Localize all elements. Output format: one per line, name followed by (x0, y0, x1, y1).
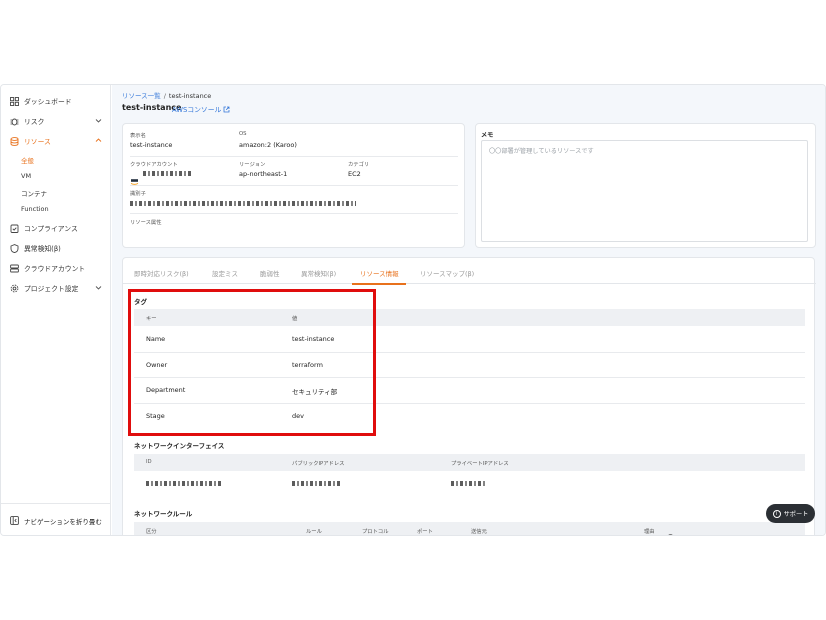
memo-title: メモ (481, 132, 494, 139)
app-window: ダッシュボード リスク リソース 全般 VM コンテナ Function コンプ… (0, 84, 826, 536)
region-label: リージョン (239, 162, 266, 168)
category-value: EC2 (348, 170, 361, 178)
nr-reason-header: 理由 (644, 529, 655, 535)
sidebar-item-label: プロジェクト設定 (24, 285, 79, 293)
sidebar-subitem-general[interactable]: 全般 (21, 155, 34, 167)
dashboard-icon (10, 96, 19, 106)
os-label: OS (239, 131, 247, 137)
chevron-down-icon (95, 284, 102, 291)
server-icon (10, 264, 19, 273)
network-interface-title: ネットワークインターフェイス (134, 442, 225, 450)
external-link-icon (223, 106, 230, 113)
sidebar: ダッシュボード リスク リソース 全般 VM コンテナ Function コンプ… (1, 85, 111, 535)
breadcrumb-separator: / (163, 92, 166, 100)
info-icon: i (772, 509, 781, 518)
nr-source-header: 送信元 (471, 529, 487, 535)
network-interface-table-header: ID パブリックIPアドレス プライベートIPアドレス (134, 454, 805, 471)
resource-info-card: 表示名 test-instance OS amazon:2 (Karoo) クラ… (122, 123, 465, 248)
database-icon (10, 136, 19, 146)
nr-protocol-header: プロトコル (362, 529, 389, 535)
sidebar-item-resources[interactable]: リソース (1, 132, 111, 150)
memo-card: メモ 〇〇部署が管理しているリソースです (475, 123, 816, 248)
sidebar-item-risk[interactable]: リスク (1, 112, 111, 130)
sidebar-item-cloud-account[interactable]: クラウドアカウント (1, 259, 111, 277)
ni-public-ip-header: パブリックIPアドレス (292, 461, 345, 467)
identifier-label: 識別子 (130, 191, 146, 197)
tab-resource-map[interactable]: リソースマップ(β) (420, 268, 474, 278)
resource-details-card: 即時対応リスク(β) 設定ミス 脆弱性 異常検知(β) リソース情報 リソースマ… (122, 257, 816, 535)
memo-textarea[interactable]: 〇〇部署が管理しているリソースです (481, 140, 808, 242)
breadcrumb-parent-link[interactable]: リソース一覧 (122, 92, 161, 100)
chevron-down-icon (95, 117, 102, 124)
tab-bar: 即時対応リスク(β) 設定ミス 脆弱性 異常検知(β) リソース情報 リソースマ… (123, 258, 816, 285)
tab-immediate-risk[interactable]: 即時対応リスク(β) (134, 268, 189, 278)
sidebar-item-label: ダッシュボード (24, 98, 72, 106)
display-name-label: 表示名 (130, 133, 146, 139)
sidebar-subitem-vm[interactable]: VM (21, 172, 31, 184)
aws-console-link[interactable]: AWSコンソール (172, 104, 230, 114)
sidebar-item-label: コンプライアンス (24, 225, 78, 233)
sidebar-item-compliance[interactable]: コンプライアンス (1, 219, 111, 237)
divider (130, 185, 458, 186)
clipboard-check-icon (10, 224, 19, 233)
region-value: ap-northeast-1 (239, 170, 288, 178)
collapse-navigation-label: ナビゲーションを折り畳む (24, 517, 102, 526)
sidebar-item-label: クラウドアカウント (24, 265, 86, 273)
tags-highlight-box (128, 289, 376, 436)
sidebar-item-label: リソース (24, 138, 51, 146)
chevron-up-icon (95, 137, 102, 144)
sidebar-item-label: リスク (24, 118, 45, 126)
sidebar-collapse-icon (10, 516, 19, 525)
nr-port-header: ポート (417, 529, 433, 535)
breadcrumb-current: test-instance (168, 92, 212, 100)
sidebar-item-anomaly[interactable]: 異常検知(β) (1, 239, 111, 257)
sidebar-subitem-container[interactable]: コンテナ (21, 188, 47, 200)
support-button[interactable]: i サポート (766, 504, 815, 523)
active-tab-indicator (352, 283, 406, 285)
sidebar-subitem-function[interactable]: Function (21, 205, 49, 217)
gear-icon (10, 284, 19, 293)
tab-vulnerability[interactable]: 脆弱性 (260, 268, 280, 278)
info-icon[interactable] (667, 526, 674, 535)
breadcrumb: リソース一覧 / test-instance (122, 90, 211, 100)
tab-misconfiguration[interactable]: 設定ミス (212, 268, 238, 278)
collapse-navigation-button[interactable]: ナビゲーションを折り畳む (1, 503, 111, 535)
divider (130, 213, 458, 214)
shield-icon (10, 243, 19, 253)
category-label: カテゴリ (348, 162, 370, 168)
aws-logo-icon (130, 170, 139, 185)
display-name-value: test-instance (130, 141, 173, 149)
main-content: リソース一覧 / test-instance test-instance AWSコン… (112, 85, 825, 535)
ni-id-redacted (146, 481, 221, 486)
os-value: amazon:2 (Karoo) (239, 141, 297, 149)
ni-id-header: ID (146, 459, 152, 465)
nr-rule-header: ルール (306, 529, 322, 535)
sidebar-item-project-settings[interactable]: プロジェクト設定 (1, 279, 111, 297)
network-rules-title: ネットワークルール (134, 510, 193, 518)
support-label: サポート (783, 511, 809, 518)
aws-console-label: AWSコンソール (172, 106, 222, 114)
cloud-account-value-redacted (143, 171, 191, 176)
tab-anomaly-detection[interactable]: 異常検知(β) (301, 268, 336, 278)
cloud-account-label: クラウドアカウント (130, 162, 178, 168)
ni-private-ip-header: プライベートIPアドレス (451, 461, 509, 467)
divider (130, 156, 458, 157)
ni-private-ip-redacted (451, 481, 487, 486)
ni-public-ip-redacted (292, 481, 340, 486)
nr-type-header: 区分 (146, 529, 157, 535)
bug-icon (10, 117, 19, 126)
network-rules-table-header: 区分 ルール プロトコル ポート 送信元 理由 (134, 522, 805, 535)
tab-resource-info[interactable]: リソース情報 (360, 268, 399, 278)
identifier-value-redacted (130, 201, 356, 206)
resource-attributes-label: リソース属性 (130, 220, 162, 226)
sidebar-item-dashboard[interactable]: ダッシュボード (1, 92, 111, 110)
sidebar-item-label: 異常検知(β) (24, 245, 61, 253)
